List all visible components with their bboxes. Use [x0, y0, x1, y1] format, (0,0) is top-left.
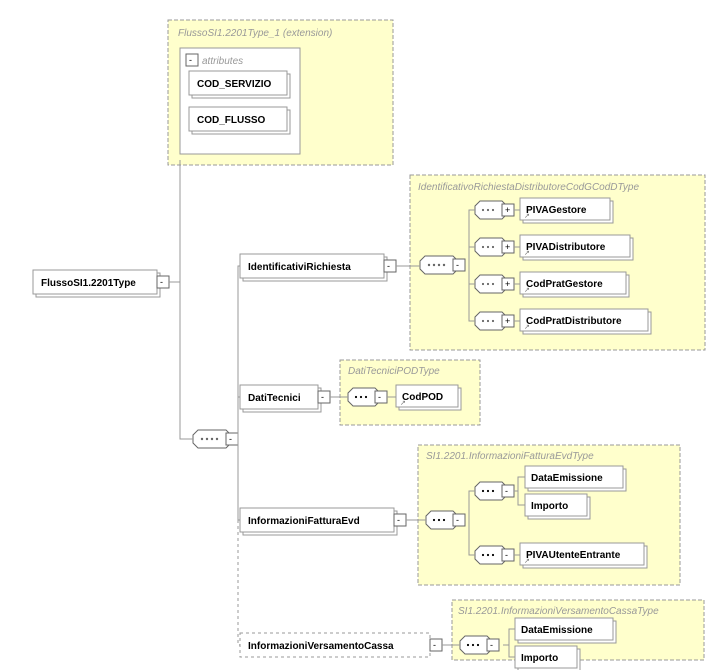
- svg-text:-: -: [387, 261, 390, 271]
- svg-text:-: -: [397, 515, 400, 525]
- node-fattura[interactable]: InformazioniFatturaEvd: [240, 508, 397, 535]
- svg-text:-: -: [321, 392, 324, 402]
- svg-text:↗: ↗: [400, 400, 406, 407]
- node-versamento[interactable]: InformazioniVersamentoCassa: [240, 633, 430, 657]
- svg-text:CodPratDistributore: CodPratDistributore: [526, 316, 622, 327]
- svg-text:Importo: Importo: [521, 653, 558, 664]
- svg-text:↗: ↗: [524, 558, 530, 565]
- group4-title: SI1.2201.InformazioniVersamentoCassaType: [458, 606, 659, 617]
- svg-text:-: -: [505, 486, 508, 496]
- leaf-dataemissione2[interactable]: DataEmissione: [515, 618, 616, 643]
- svg-text:-: -: [456, 260, 459, 270]
- svg-text:InformazioniVersamentoCassa: InformazioniVersamentoCassa: [248, 641, 394, 652]
- svg-text:COD_SERVIZIO: COD_SERVIZIO: [197, 79, 271, 90]
- leaf-codpratgestore[interactable]: + CodPratGestore↗: [475, 272, 629, 297]
- leaf-importo[interactable]: Importo: [525, 494, 590, 519]
- svg-text:-: -: [433, 640, 436, 650]
- attr-0[interactable]: COD_SERVIZIO: [189, 71, 290, 98]
- leaf-dataemissione[interactable]: DataEmissione: [525, 466, 626, 491]
- schema-diagram: FlussoSI1.2201Type_1 (extension) - attri…: [0, 0, 715, 670]
- leaf-pivagestore[interactable]: + PIVAGestore↗: [475, 198, 613, 223]
- leaf-pivadistributore[interactable]: + PIVADistributore↗: [475, 235, 633, 260]
- extension-title: FlussoSI1.2201Type_1 (extension): [178, 28, 332, 39]
- svg-text:CodPratGestore: CodPratGestore: [526, 279, 603, 290]
- node-identificativi[interactable]: IdentificativiRichiesta: [240, 254, 387, 281]
- svg-text:↗: ↗: [524, 213, 530, 220]
- svg-text:+: +: [505, 279, 510, 289]
- svg-text:-: -: [160, 277, 163, 287]
- svg-text:-: -: [505, 550, 508, 560]
- leaf-codpratdistributore[interactable]: + CodPratDistributore↗: [475, 309, 651, 334]
- svg-text:+: +: [505, 242, 510, 252]
- root-node[interactable]: FlussoSI1.2201Type: [33, 270, 160, 297]
- svg-text:FlussoSI1.2201Type: FlussoSI1.2201Type: [41, 278, 136, 289]
- leaf-codpod[interactable]: CodPOD↗: [396, 385, 461, 410]
- attributes-title: attributes: [202, 56, 243, 67]
- svg-text:PIVADistributore: PIVADistributore: [526, 242, 606, 253]
- svg-text:↗: ↗: [524, 250, 530, 257]
- group3-title: SI1.2201.InformazioniFatturaEvdType: [426, 451, 594, 462]
- node-datitecnici[interactable]: DatiTecnici: [240, 385, 321, 412]
- svg-text:↗: ↗: [524, 287, 530, 294]
- svg-text:InformazioniFatturaEvd: InformazioniFatturaEvd: [248, 516, 360, 527]
- leaf-importo2[interactable]: Importo: [515, 646, 580, 670]
- svg-text:COD_FLUSSO: COD_FLUSSO: [197, 115, 266, 126]
- svg-text:+: +: [505, 205, 510, 215]
- group2-title: DatiTecniciPODType: [348, 366, 440, 377]
- attr-1[interactable]: COD_FLUSSO: [189, 107, 290, 134]
- svg-text:-: -: [378, 392, 381, 402]
- svg-text:DatiTecnici: DatiTecnici: [248, 393, 301, 404]
- svg-text:CodPOD: CodPOD: [402, 392, 443, 403]
- svg-text:DataEmissione: DataEmissione: [531, 473, 603, 484]
- group1-title: IdentificativoRichiestaDistributoreCodGC…: [418, 182, 639, 193]
- svg-text:DataEmissione: DataEmissione: [521, 625, 593, 636]
- svg-text:IdentificativiRichiesta: IdentificativiRichiesta: [248, 262, 351, 273]
- svg-text:-: -: [229, 434, 232, 444]
- svg-text:Importo: Importo: [531, 501, 568, 512]
- svg-text:-: -: [490, 640, 493, 650]
- svg-text:PIVAGestore: PIVAGestore: [526, 205, 587, 216]
- svg-text:PIVAUtenteEntrante: PIVAUtenteEntrante: [526, 550, 621, 561]
- svg-text:+: +: [505, 316, 510, 326]
- svg-text:↗: ↗: [524, 324, 530, 331]
- svg-text:-: -: [456, 515, 459, 525]
- svg-text:-: -: [189, 55, 192, 65]
- leaf-pivautente[interactable]: PIVAUtenteEntrante↗: [520, 543, 647, 568]
